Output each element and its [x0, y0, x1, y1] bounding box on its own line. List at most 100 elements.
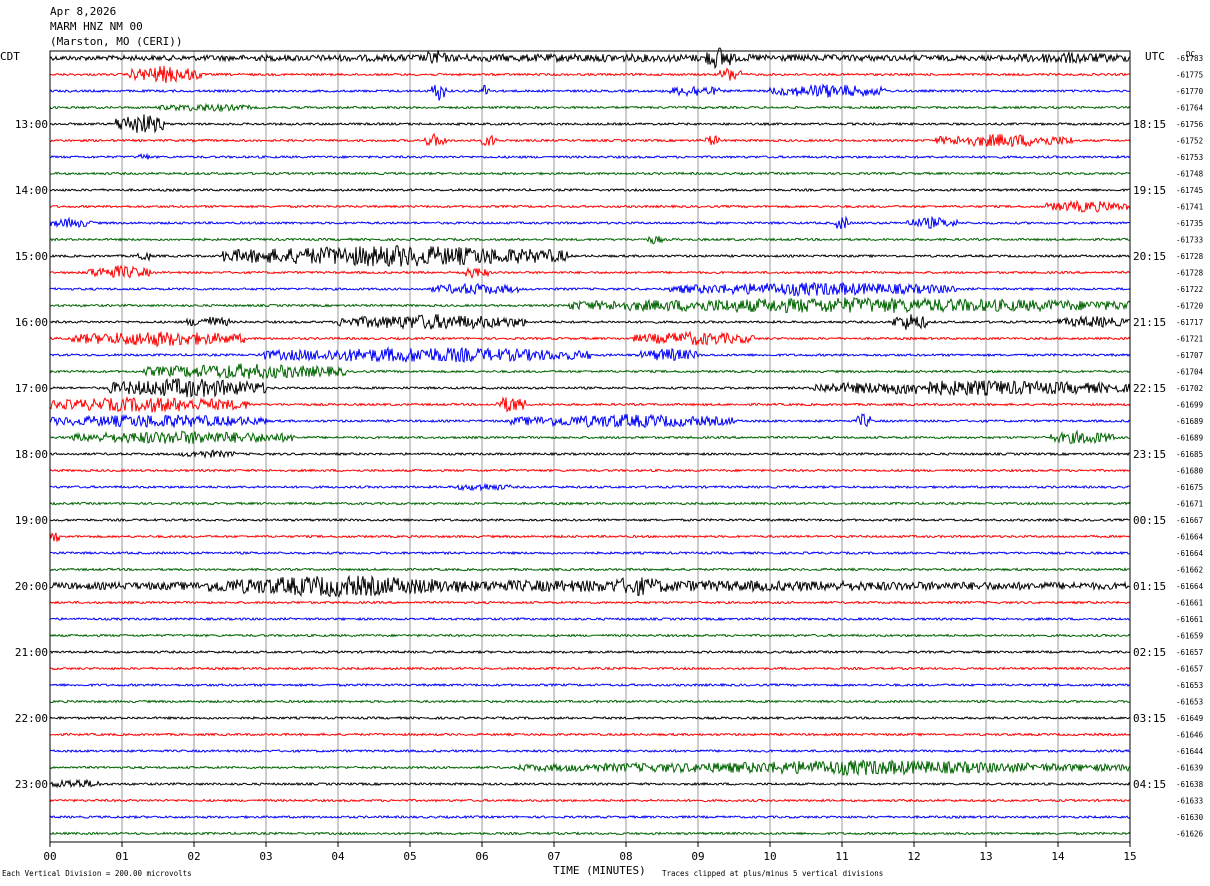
- trace-line: [49, 377, 1131, 398]
- dc-offset-label: -61770: [1176, 87, 1204, 96]
- trace-line: [49, 102, 1131, 113]
- dc-offset-label: -61664: [1176, 582, 1204, 591]
- dc-offset-label: -61764: [1176, 104, 1204, 113]
- dc-offset-label: -61639: [1176, 764, 1203, 773]
- left-hour-label: 23:00: [15, 778, 48, 791]
- trace-line: [49, 314, 1131, 331]
- trace-line: [49, 346, 1131, 363]
- trace-line: [49, 171, 1131, 176]
- dc-offset-label: -61707: [1176, 351, 1203, 360]
- scale-note: Each Vertical Division = 200.00 microvol…: [2, 869, 192, 878]
- left-hour-label: 21:00: [15, 646, 48, 659]
- trace-line: [49, 517, 1131, 523]
- x-axis-title: TIME (MINUTES): [553, 864, 646, 877]
- dc-offset-label: -61657: [1176, 665, 1203, 674]
- dc-offset-label: -61659: [1176, 632, 1203, 641]
- left-hour-label: 22:00: [15, 712, 48, 725]
- dc-offset-label: -61717: [1176, 318, 1203, 327]
- dc-offset-label: -61662: [1176, 566, 1203, 575]
- dc-offset-label: -61646: [1176, 731, 1204, 740]
- trace-line: [49, 65, 1131, 84]
- dc-offset-label: -61775: [1176, 71, 1203, 80]
- trace-line: [49, 244, 1131, 267]
- x-tick-label: 04: [331, 850, 345, 863]
- trace-line: [49, 482, 1131, 492]
- dc-offset-label: -61671: [1176, 500, 1203, 509]
- dc-offset-label: -61722: [1176, 285, 1203, 294]
- x-tick-label: 11: [835, 850, 848, 863]
- x-tick-label: 15: [1123, 850, 1136, 863]
- trace-line: [49, 550, 1130, 556]
- trace-line: [49, 798, 1131, 803]
- right-hour-label: 18:15: [1133, 118, 1166, 131]
- right-hour-label: 21:15: [1133, 316, 1166, 329]
- trace-line: [49, 296, 1131, 314]
- trace-line: [49, 666, 1131, 671]
- dc-offset-labels: -61783 -61775 -61770 -61764 -61756 -61752 -617…: [1176, 54, 1204, 839]
- helicorder-chart: CDT UTC DC 13:0014:0015:0016:0017:0018:0…: [0, 47, 1204, 878]
- trace-line: [49, 395, 1131, 413]
- dc-offset-label: -61733: [1176, 236, 1203, 245]
- x-tick-label: 02: [187, 850, 200, 863]
- left-hour-label: 15:00: [15, 250, 48, 263]
- dc-offset-label: -61657: [1176, 648, 1203, 657]
- right-hour-labels: 18:15 19:15 20:15 21:15 22:15 23:15 00:15 01:15…: [1133, 118, 1166, 791]
- x-tick-label: 14: [1051, 850, 1065, 863]
- trace-line: [49, 778, 1131, 789]
- right-hour-label: 22:15: [1133, 382, 1166, 395]
- trace-line: [49, 264, 1131, 280]
- right-hour-label: 02:15: [1133, 646, 1166, 659]
- trace-line: [49, 413, 1131, 429]
- dc-offset-label: -61680: [1176, 467, 1204, 476]
- right-hour-label: 23:15: [1133, 448, 1166, 461]
- dc-offset-label: -61728: [1176, 269, 1204, 278]
- trace-line: [49, 567, 1130, 572]
- trace-line: [49, 199, 1131, 213]
- dc-offset-label: -61653: [1176, 698, 1203, 707]
- trace-line: [49, 235, 1131, 245]
- dc-offset-label: -61704: [1176, 368, 1204, 377]
- plot-frame: [49, 50, 1131, 843]
- dc-offset-label: -61649: [1176, 714, 1203, 723]
- left-hour-label: 16:00: [15, 316, 48, 329]
- dc-offset-label: -61753: [1176, 153, 1203, 162]
- dc-offset-label: -61638: [1176, 780, 1204, 789]
- trace-line: [49, 429, 1131, 445]
- dc-offset-label: -61756: [1176, 120, 1204, 129]
- trace-line: [49, 468, 1131, 473]
- dc-offset-label: -61630: [1176, 813, 1204, 822]
- left-hour-label: 14:00: [15, 184, 48, 197]
- trace-line: [49, 114, 1131, 134]
- right-hour-label: 03:15: [1133, 712, 1166, 725]
- dc-offset-label: -61661: [1176, 599, 1203, 608]
- x-tick-label: 10: [763, 850, 776, 863]
- trace-line: [49, 831, 1131, 836]
- right-hour-label: 20:15: [1133, 250, 1166, 263]
- trace-line: [49, 699, 1131, 704]
- dc-offset-label: -61675: [1176, 483, 1203, 492]
- left-tz-label: CDT: [0, 50, 20, 63]
- dc-offset-label: -61664: [1176, 549, 1204, 558]
- trace-line: [49, 715, 1131, 721]
- dc-offset-label: -61702: [1176, 384, 1203, 393]
- trace-line: [49, 501, 1131, 506]
- trace-line: [49, 633, 1131, 638]
- dc-offset-label: -61699: [1176, 401, 1203, 410]
- seismic-traces: [49, 47, 1131, 836]
- trace-line: [49, 759, 1131, 777]
- x-tick-label: 05: [403, 850, 416, 863]
- x-tick-label: 12: [907, 850, 920, 863]
- trace-line: [49, 732, 1131, 737]
- x-tick-label: 09: [691, 850, 704, 863]
- trace-line: [49, 281, 1131, 298]
- x-tick-label: 03: [259, 850, 272, 863]
- left-hour-label: 17:00: [15, 382, 48, 395]
- dc-offset-label: -61783: [1176, 54, 1203, 63]
- trace-line: [49, 449, 1131, 460]
- x-tick-label: 00: [43, 850, 56, 863]
- trace-line: [49, 616, 1131, 622]
- minute-gridlines: [121, 51, 1059, 842]
- dc-offset-label: -61644: [1176, 747, 1204, 756]
- right-hour-label: 04:15: [1133, 778, 1166, 791]
- right-tz-label: UTC: [1145, 50, 1165, 63]
